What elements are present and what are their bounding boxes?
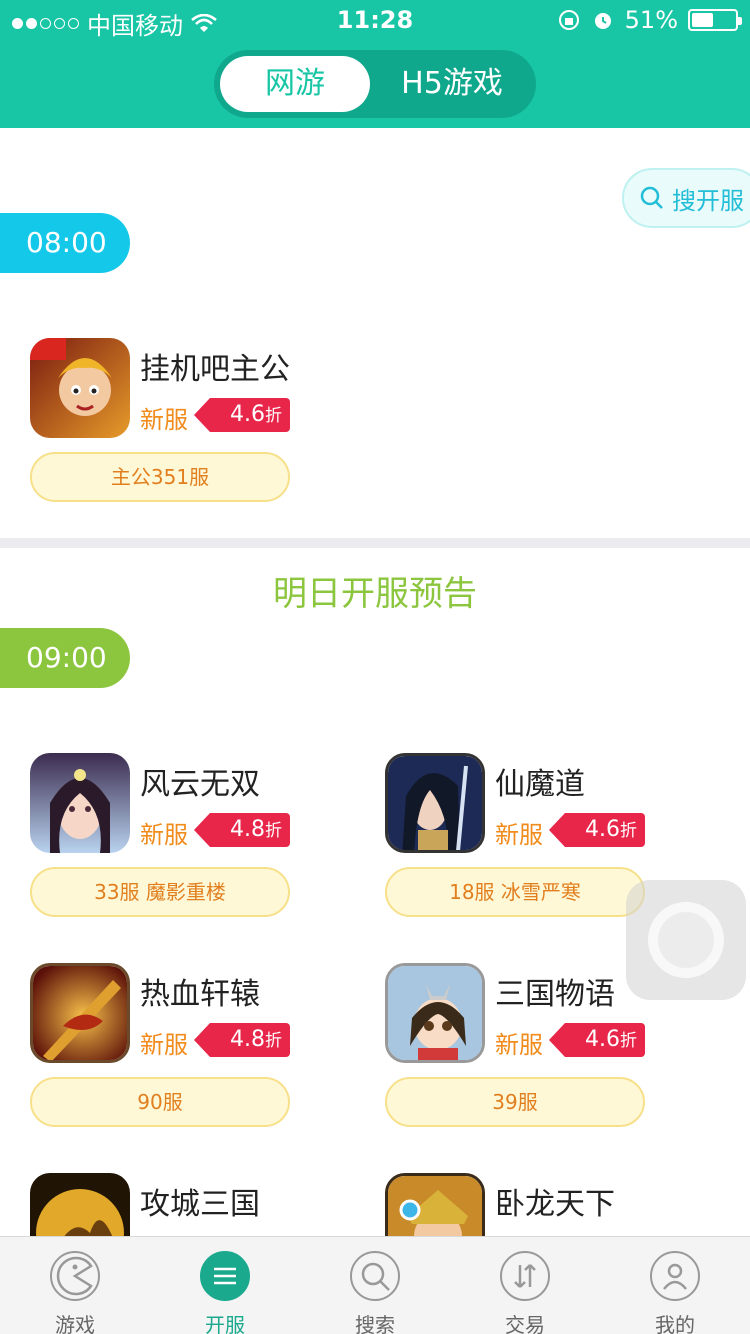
alarm-icon — [594, 13, 611, 29]
server-button[interactable]: 18服 冰雪严寒 — [385, 867, 645, 917]
game-name: 风云无双 — [140, 767, 260, 802]
search-servers-label: 搜开服 — [672, 186, 744, 215]
tab-profile[interactable]: 我的 — [600, 1247, 750, 1334]
server-button[interactable]: 39服 — [385, 1077, 645, 1127]
section-divider — [0, 538, 750, 548]
tab-profile-label: 我的 — [655, 1313, 695, 1334]
game-card[interactable]: 热血轩辕 新服 4.8折 90服 — [30, 963, 370, 1133]
discount-suffix: 折 — [265, 406, 282, 426]
battery-percent: 51% — [624, 6, 678, 34]
user-icon — [650, 1251, 700, 1301]
new-server-tag: 新服 — [140, 1031, 188, 1059]
server-button[interactable]: 主公351服 — [30, 452, 290, 502]
tab-games-label: 游戏 — [55, 1313, 95, 1334]
tab-servers[interactable]: 开服 — [150, 1247, 300, 1334]
pacman-icon — [50, 1251, 100, 1301]
tab-search-label: 搜索 — [355, 1313, 395, 1334]
new-server-tag: 新服 — [140, 821, 188, 849]
game-name: 仙魔道 — [495, 767, 585, 802]
tab-trade[interactable]: 交易 — [450, 1247, 600, 1334]
bottom-tab-bar: 游戏 开服 搜索 交易 我的 — [0, 1236, 750, 1334]
discount-suffix: 折 — [265, 821, 282, 841]
discount-value: 4.8 — [230, 817, 265, 842]
game-type-switch: 网游 H5游戏 — [214, 50, 536, 118]
discount-badge: 4.8折 — [194, 813, 290, 847]
discount-suffix: 折 — [620, 821, 637, 841]
new-server-tag: 新服 — [495, 821, 543, 849]
game-name: 三国物语 — [495, 977, 615, 1012]
menu-icon — [200, 1251, 250, 1301]
game-icon-rexue — [30, 963, 130, 1063]
tab-h5-games[interactable]: H5游戏 — [374, 56, 530, 112]
game-name: 挂机吧主公 — [140, 352, 290, 387]
new-server-tag: 新服 — [140, 406, 188, 434]
discount-badge: 4.6折 — [549, 813, 645, 847]
rotation-lock-icon — [558, 10, 579, 30]
game-icon-guajiba — [30, 338, 130, 438]
discount-badge: 4.6折 — [194, 398, 290, 432]
search-icon — [350, 1251, 400, 1301]
game-name: 攻城三国 — [140, 1187, 260, 1222]
tab-games[interactable]: 游戏 — [0, 1247, 150, 1334]
server-button[interactable]: 90服 — [30, 1077, 290, 1127]
discount-value: 4.6 — [230, 402, 265, 427]
assistive-touch-button[interactable] — [626, 880, 746, 1000]
server-button[interactable]: 33服 魔影重楼 — [30, 867, 290, 917]
game-icon-fengyun — [30, 753, 130, 853]
tab-search[interactable]: 搜索 — [300, 1247, 450, 1334]
discount-value: 4.6 — [585, 817, 620, 842]
game-name: 热血轩辕 — [140, 977, 260, 1012]
search-servers-button[interactable]: 搜开服 — [622, 168, 750, 228]
search-icon — [640, 186, 663, 209]
tab-online-games[interactable]: 网游 — [220, 56, 370, 112]
status-bar: 中国移动 11:28 51% — [0, 0, 750, 40]
time-badge-tomorrow: 09:00 — [0, 628, 130, 688]
transfer-icon — [500, 1251, 550, 1301]
tab-trade-label: 交易 — [505, 1313, 545, 1334]
discount-badge: 4.8折 — [194, 1023, 290, 1057]
new-server-tag: 新服 — [495, 1031, 543, 1059]
status-right: 51% — [557, 6, 742, 34]
tomorrow-section-title: 明日开服预告 — [273, 574, 477, 614]
discount-value: 4.6 — [585, 1027, 620, 1052]
discount-suffix: 折 — [265, 1031, 282, 1051]
discount-value: 4.8 — [230, 1027, 265, 1052]
game-icon-sanguo — [385, 963, 485, 1063]
game-card[interactable]: 风云无双 新服 4.8折 33服 魔影重楼 — [30, 753, 370, 923]
time-badge-today: 08:00 — [0, 213, 130, 273]
game-card[interactable]: 挂机吧主公 新服 4.6折 主公351服 — [30, 338, 370, 508]
game-name: 卧龙天下 — [495, 1187, 615, 1222]
game-icon-xianmo — [385, 753, 485, 853]
battery-icon — [688, 9, 742, 31]
tab-servers-label: 开服 — [205, 1313, 245, 1334]
discount-suffix: 折 — [620, 1031, 637, 1051]
header: 中国移动 11:28 51% 网游 H5游戏 — [0, 0, 750, 128]
discount-badge: 4.6折 — [549, 1023, 645, 1057]
